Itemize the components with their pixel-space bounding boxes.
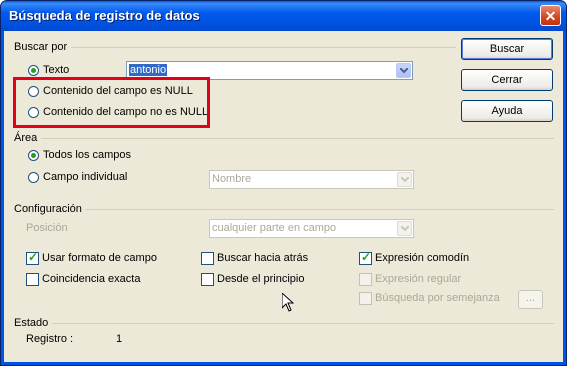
record-value: 1 <box>116 333 123 345</box>
title-bar[interactable]: Búsqueda de registro de datos ✕ <box>1 1 566 31</box>
search-text-dropdown-button[interactable] <box>396 63 411 78</box>
wildcard-label: Expresión comodín <box>375 252 470 264</box>
similarity-checkbox[interactable] <box>359 292 372 305</box>
status-separator <box>14 323 554 324</box>
dialog-body: Buscar por Texto antonio Contenido del c… <box>4 31 563 362</box>
close-icon: ✕ <box>544 8 557 24</box>
config-separator <box>14 209 554 210</box>
text-radio-label: Texto <box>43 64 70 76</box>
chevron-down-icon <box>401 177 409 183</box>
use-field-format-label: Usar formato de campo <box>42 252 157 264</box>
single-field-radio[interactable] <box>28 172 39 183</box>
search-for-group-label: Buscar por <box>14 41 72 53</box>
search-button[interactable]: Buscar <box>461 38 553 60</box>
single-field-value: Nombre <box>212 173 252 185</box>
exact-match-label: Coincidencia exacta <box>42 273 141 285</box>
single-field-combo[interactable]: Nombre <box>209 170 414 189</box>
dialog-window: Búsqueda de registro de datos ✕ Buscar p… <box>0 0 567 366</box>
similarity-options-button[interactable]: ... <box>518 290 543 309</box>
text-radio[interactable] <box>28 65 39 76</box>
single-field-label: Campo individual <box>43 171 128 183</box>
similarity-label: Búsqueda por semejanza <box>375 292 500 304</box>
regex-label: Expresión regular <box>375 273 462 285</box>
close-button[interactable]: Cerrar <box>461 69 553 91</box>
area-group-label: Área <box>14 132 42 144</box>
search-text-value[interactable]: antonio <box>129 64 168 76</box>
position-dropdown-button[interactable] <box>397 221 412 236</box>
wildcard-checkbox[interactable] <box>359 250 372 265</box>
position-combo[interactable]: cualquier parte en campo <box>209 219 414 238</box>
position-value: cualquier parte en campo <box>212 222 337 234</box>
status-group-label: Estado <box>14 317 53 329</box>
from-start-label: Desde el principio <box>217 273 305 285</box>
help-button[interactable]: Ayuda <box>461 100 553 122</box>
all-fields-label: Todos los campos <box>43 149 132 161</box>
annotation-highlight-box <box>13 77 210 128</box>
all-fields-radio[interactable] <box>28 150 39 161</box>
from-start-checkbox[interactable] <box>201 273 214 286</box>
close-window-button[interactable]: ✕ <box>540 5 561 26</box>
chevron-down-icon <box>400 68 408 74</box>
search-backwards-checkbox[interactable] <box>201 252 214 265</box>
record-label: Registro : <box>26 333 74 345</box>
search-backwards-label: Buscar hacia atrás <box>217 252 309 264</box>
area-separator <box>14 138 554 139</box>
exact-match-checkbox[interactable] <box>26 273 39 286</box>
chevron-down-icon <box>401 226 409 232</box>
use-field-format-checkbox[interactable] <box>26 250 39 265</box>
regex-checkbox[interactable] <box>359 273 372 286</box>
config-group-label: Configuración <box>14 203 86 215</box>
single-field-dropdown-button[interactable] <box>397 172 412 187</box>
mouse-cursor-icon <box>282 293 294 312</box>
position-label: Posición <box>26 222 68 234</box>
search-for-separator <box>14 47 456 48</box>
dialog-title: Búsqueda de registro de datos <box>9 8 200 23</box>
